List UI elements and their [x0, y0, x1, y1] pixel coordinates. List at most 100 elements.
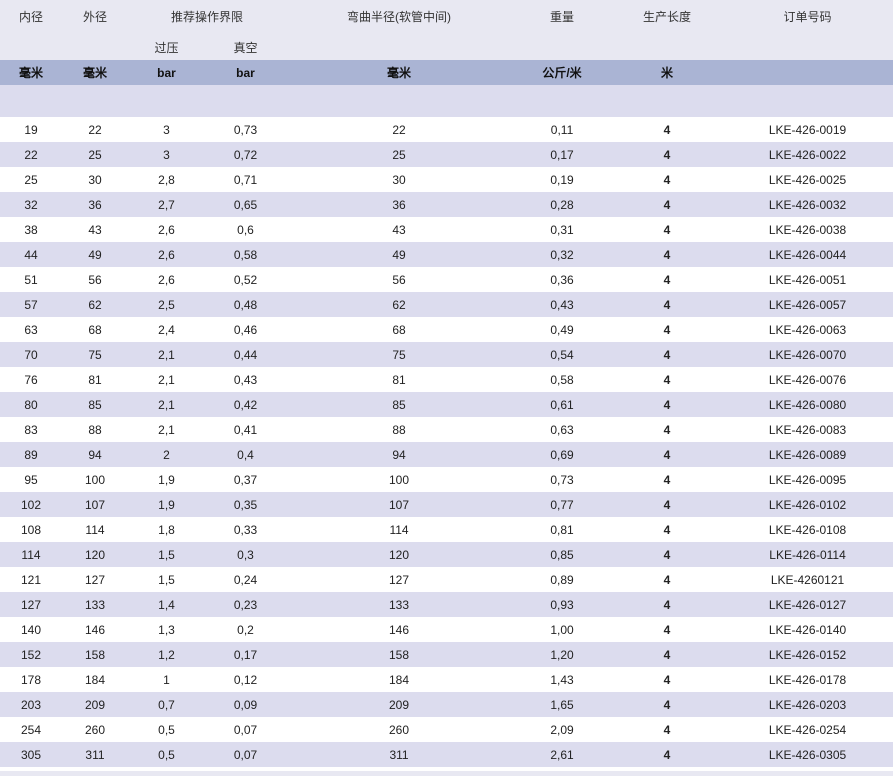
cell-vacuum: 0,23	[205, 592, 287, 617]
unit-vacuum: bar	[205, 60, 287, 85]
cell-vacuum: 0,65	[205, 192, 287, 217]
cell-weight: 0,43	[512, 292, 613, 317]
cell-inner-diameter: 76	[0, 367, 62, 392]
cell-production-length: 4	[612, 292, 723, 317]
cell-bend-radius: 260	[286, 717, 513, 742]
cell-bend-radius: 36	[286, 192, 513, 217]
cell-bend-radius: 107	[286, 492, 513, 517]
cell-overpressure: 1,9	[128, 467, 205, 492]
cell-outer-diameter: 120	[62, 542, 128, 567]
cell-outer-diameter: 94	[62, 442, 128, 467]
cell-order-number: LKE-426-0152	[722, 642, 893, 667]
cell-weight: 0,93	[512, 592, 613, 617]
cell-overpressure: 0,7	[128, 692, 205, 717]
cell-outer-diameter: 22	[62, 117, 128, 142]
cell-overpressure: 2,6	[128, 267, 205, 292]
cell-overpressure: 2,6	[128, 242, 205, 267]
cell-overpressure: 2,1	[128, 367, 205, 392]
cell-production-length: 4	[612, 692, 723, 717]
header-recommended-limit: 推荐操作界限	[171, 10, 244, 24]
cell-production-length: 4	[612, 217, 723, 242]
cell-inner-diameter: 305	[0, 742, 62, 767]
cell-inner-diameter: 38	[0, 217, 62, 242]
cell-bend-radius: 81	[286, 367, 513, 392]
cell-production-length: 4	[612, 342, 723, 367]
cell-overpressure: 1,8	[128, 517, 205, 542]
cell-overpressure: 2	[128, 442, 205, 467]
cell-outer-diameter: 62	[62, 292, 128, 317]
cell-outer-diameter: 75	[62, 342, 128, 367]
table-row: 51 56 2,6 0,52 56 0,36 4 LKE-426-0051	[0, 267, 893, 292]
header-bend-radius: 弯曲半径(软管中间)	[347, 10, 452, 24]
cell-inner-diameter: 108	[0, 517, 62, 542]
cell-vacuum: 0,4	[205, 442, 287, 467]
table-row: 152 158 1,2 0,17 158 1,20 4 LKE-426-0152	[0, 642, 893, 667]
cell-order-number: LKE-426-0083	[722, 417, 893, 442]
cell-order-number: LKE-426-0102	[722, 492, 893, 517]
cell-overpressure: 3	[128, 142, 205, 167]
cell-overpressure: 3	[128, 117, 205, 142]
cell-order-number: LKE-426-0095	[722, 467, 893, 492]
cell-order-number: LKE-426-0051	[722, 267, 893, 292]
cell-vacuum: 0,41	[205, 417, 287, 442]
cell-inner-diameter: 63	[0, 317, 62, 342]
cell-vacuum: 0,07	[205, 742, 287, 767]
cell-inner-diameter: 121	[0, 567, 62, 592]
cell-bend-radius: 146	[286, 617, 513, 642]
cell-bend-radius: 75	[286, 342, 513, 367]
table-row: 25 30 2,8 0,71 30 0,19 4 LKE-426-0025	[0, 167, 893, 192]
cell-weight: 0,54	[512, 342, 613, 367]
cell-weight: 1,65	[512, 692, 613, 717]
cell-vacuum: 0,33	[205, 517, 287, 542]
cell-outer-diameter: 68	[62, 317, 128, 342]
header-row-secondary: 过压 真空	[0, 34, 893, 60]
cell-inner-diameter: 127	[0, 592, 62, 617]
cell-weight: 0,17	[512, 142, 613, 167]
cell-weight: 0,28	[512, 192, 613, 217]
cell-production-length: 4	[612, 717, 723, 742]
cell-inner-diameter: 19	[0, 117, 62, 142]
cell-order-number: LKE-4260121	[722, 567, 893, 592]
table-row: 89 94 2 0,4 94 0,69 4 LKE-426-0089	[0, 442, 893, 467]
cell-production-length: 4	[612, 542, 723, 567]
header-inner-diameter: 内径	[18, 10, 43, 24]
table-row: 32 36 2,7 0,65 36 0,28 4 LKE-426-0032	[0, 192, 893, 217]
cell-overpressure: 1,5	[128, 542, 205, 567]
cell-order-number: LKE-426-0108	[722, 517, 893, 542]
cell-outer-diameter: 88	[62, 417, 128, 442]
cell-overpressure: 2,1	[128, 392, 205, 417]
cell-bend-radius: 127	[286, 567, 513, 592]
header-outer-diameter: 外径	[82, 10, 107, 24]
cell-vacuum: 0,12	[205, 667, 287, 692]
table-row: 19 22 3 0,73 22 0,11 4 LKE-426-0019	[0, 117, 893, 142]
cell-inner-diameter: 178	[0, 667, 62, 692]
cell-weight: 0,49	[512, 317, 613, 342]
cell-outer-diameter: 158	[62, 642, 128, 667]
cell-bend-radius: 25	[286, 142, 513, 167]
cell-weight: 0,73	[512, 467, 613, 492]
cell-inner-diameter: 89	[0, 442, 62, 467]
cell-inner-diameter: 95	[0, 467, 62, 492]
cell-weight: 0,77	[512, 492, 613, 517]
cell-vacuum: 0,09	[205, 692, 287, 717]
cell-vacuum: 0,44	[205, 342, 287, 367]
cell-order-number: LKE-426-0063	[722, 317, 893, 342]
cell-order-number: LKE-426-0080	[722, 392, 893, 417]
header-overpressure: 过压	[154, 40, 179, 55]
cell-outer-diameter: 25	[62, 142, 128, 167]
cell-inner-diameter: 80	[0, 392, 62, 417]
cell-order-number: LKE-426-0019	[722, 117, 893, 142]
cell-vacuum: 0,3	[205, 542, 287, 567]
cell-overpressure: 0,5	[128, 742, 205, 767]
cell-outer-diameter: 81	[62, 367, 128, 392]
cell-order-number: LKE-426-0044	[722, 242, 893, 267]
cell-order-number: LKE-426-0022	[722, 142, 893, 167]
cell-production-length: 4	[612, 642, 723, 667]
table-row: 108 114 1,8 0,33 114 0,81 4 LKE-426-0108	[0, 517, 893, 542]
header-order-number: 订单号码	[783, 10, 832, 24]
cell-production-length: 4	[612, 567, 723, 592]
cell-production-length: 4	[612, 142, 723, 167]
cell-order-number: LKE-426-0070	[722, 342, 893, 367]
cell-weight: 0,89	[512, 567, 613, 592]
cell-inner-diameter: 32	[0, 192, 62, 217]
